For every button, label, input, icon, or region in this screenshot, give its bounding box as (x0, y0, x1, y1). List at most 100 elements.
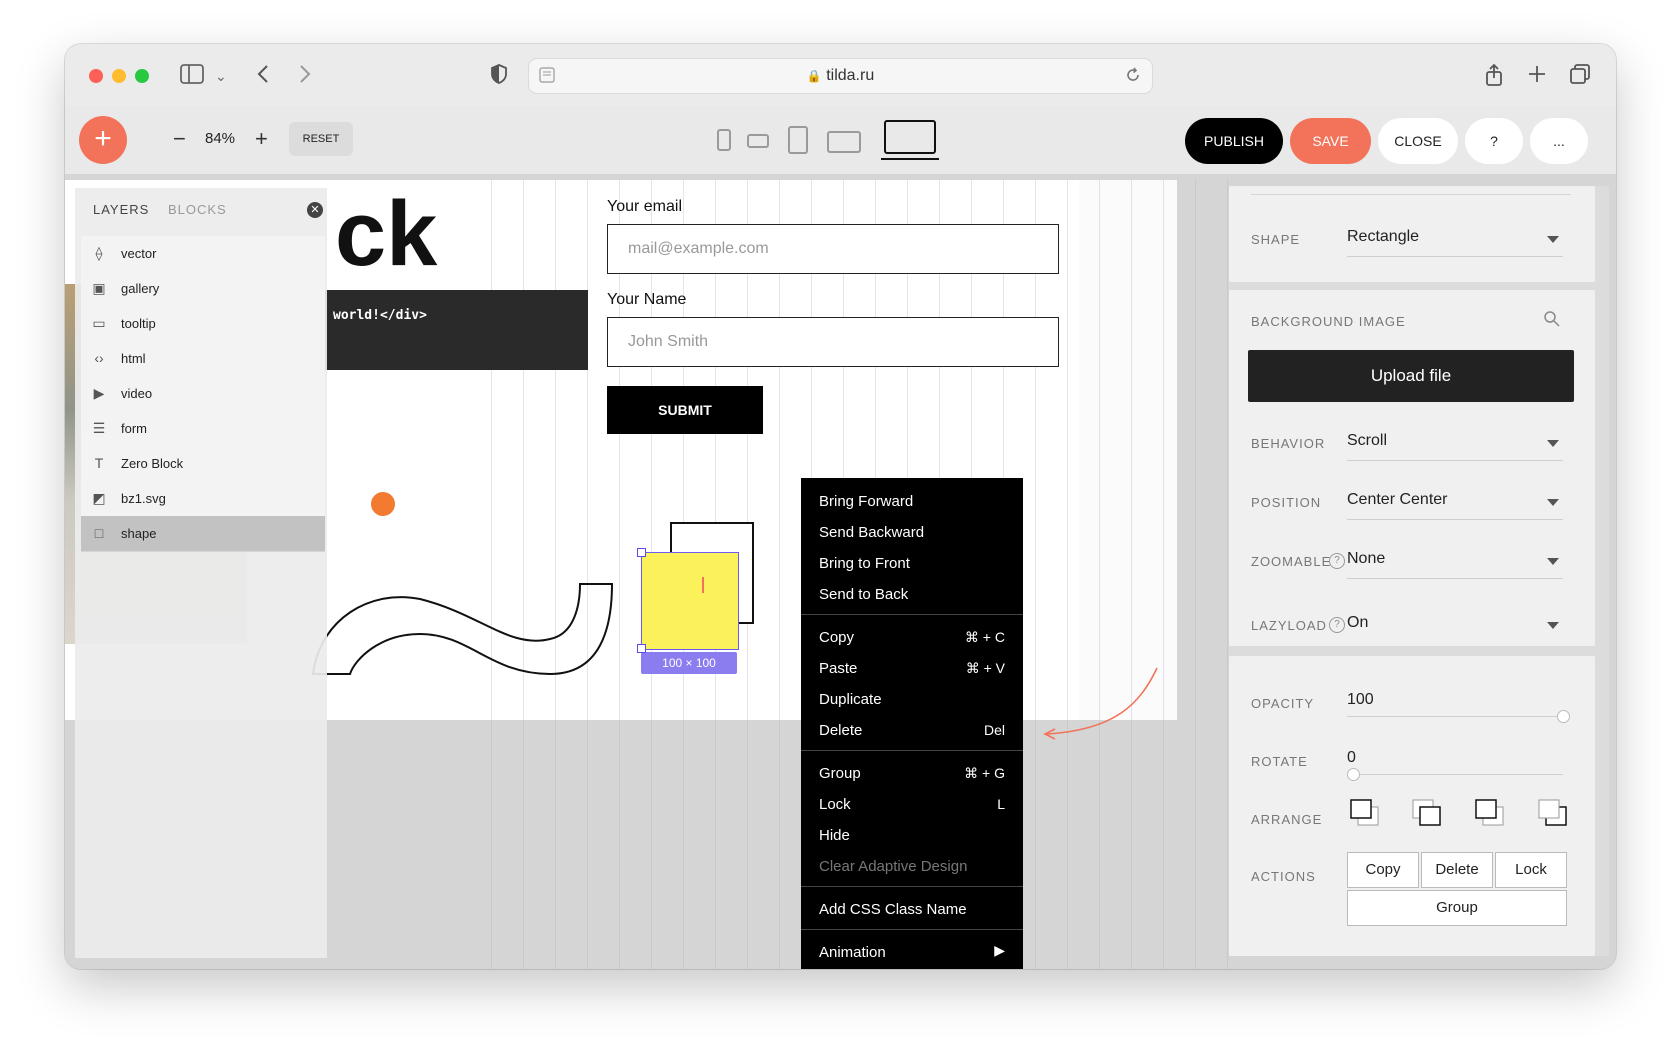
copy-button[interactable]: Copy (1347, 852, 1419, 888)
menu-item[interactable]: Lock L (801, 789, 1023, 820)
desktop-icon[interactable] (884, 120, 936, 154)
code-text: world!</div> (333, 308, 427, 323)
email-label: Your email (607, 198, 683, 215)
search-icon[interactable] (1543, 310, 1561, 333)
rotate-slider-handle[interactable] (1347, 768, 1360, 781)
add-element-button[interactable]: + (79, 116, 127, 164)
more-button[interactable]: ... (1530, 118, 1588, 164)
name-field[interactable]: John Smith (607, 317, 1059, 367)
minimize-window-button[interactable] (112, 69, 126, 83)
opacity-label: OPACITY (1251, 696, 1315, 711)
layer-item[interactable]: ◩ bz1.svg (81, 481, 325, 517)
reset-zoom-button[interactable]: RESET (289, 122, 353, 156)
lock-button[interactable]: Lock (1495, 852, 1567, 888)
menu-item[interactable]: Bring to Front (801, 548, 1023, 579)
close-icon[interactable]: ✕ (307, 202, 323, 218)
heading-text[interactable]: ck (335, 184, 437, 284)
forward-icon[interactable] (298, 63, 312, 91)
menu-item[interactable]: Send to Back (801, 579, 1023, 610)
menu-item[interactable]: Duplicate (801, 684, 1023, 715)
upload-file-button[interactable]: Upload file (1248, 350, 1574, 402)
zoom-in-button[interactable]: + (255, 126, 268, 152)
tablet-portrait-icon[interactable] (788, 126, 808, 154)
publish-button[interactable]: PUBLISH (1185, 118, 1283, 164)
background-image-label: BACKGROUND IMAGE (1251, 314, 1406, 329)
orange-dot-shape[interactable] (371, 492, 395, 516)
group-button[interactable]: Group (1347, 890, 1567, 926)
chevron-down-icon[interactable]: ⌄ (215, 63, 227, 89)
opacity-slider-track[interactable] (1347, 716, 1563, 717)
behavior-label: BEHAVIOR (1251, 436, 1326, 451)
menu-item[interactable]: Paste ⌘ + V (801, 653, 1023, 684)
grid-column-line (1195, 180, 1196, 969)
share-icon[interactable] (1484, 63, 1504, 93)
selected-shape[interactable] (641, 552, 739, 650)
resize-handle[interactable] (637, 548, 646, 557)
chevron-down-icon[interactable] (1547, 440, 1559, 447)
chevron-down-icon[interactable] (1547, 499, 1559, 506)
html-code-block[interactable]: world!</div> (321, 290, 588, 370)
new-tab-icon[interactable] (1527, 63, 1547, 91)
help-icon[interactable]: ? (1329, 617, 1345, 633)
email-field[interactable]: mail@example.com (607, 224, 1059, 274)
menu-item[interactable]: Add CSS Class Name (801, 894, 1023, 925)
send-to-back-icon[interactable] (1537, 798, 1569, 828)
layer-item[interactable]: ▶ video (81, 376, 325, 412)
layer-item[interactable]: ☰ form (81, 411, 325, 447)
bring-forward-icon[interactable] (1411, 798, 1443, 828)
reload-icon[interactable] (1124, 66, 1142, 89)
resize-handle[interactable] (637, 644, 646, 653)
sidebar-toggle-icon[interactable] (180, 63, 204, 91)
shape-select[interactable]: Rectangle (1347, 228, 1419, 246)
menu-item-label: Clear Adaptive Design (819, 858, 968, 875)
zoom-window-button[interactable] (135, 69, 149, 83)
address-bar[interactable]: 🔒 tilda.ru (528, 58, 1153, 94)
menu-item[interactable]: Group ⌘ + G (801, 758, 1023, 789)
layers-panel: LAYERS BLOCKS ✕ ⟠ vector ▣ gallery ▭ tooltip ‹… (75, 188, 327, 958)
layer-item[interactable]: ▣ gallery (81, 271, 325, 307)
layer-item[interactable]: T Zero Block (81, 446, 325, 482)
menu-item[interactable]: Hide (801, 820, 1023, 851)
delete-button[interactable]: Delete (1421, 852, 1493, 888)
zoom-out-button[interactable]: − (173, 126, 186, 152)
opacity-slider-handle[interactable] (1557, 710, 1570, 723)
tab-overview-icon[interactable] (1569, 63, 1591, 91)
menu-item[interactable]: Copy ⌘ + C (801, 622, 1023, 653)
behavior-select[interactable]: Scroll (1347, 432, 1387, 450)
menu-item[interactable]: Animation ▶ (801, 937, 1023, 968)
close-window-button[interactable] (89, 69, 103, 83)
rotate-slider-track[interactable] (1347, 774, 1563, 775)
tablet-landscape-icon[interactable] (827, 131, 861, 153)
browser-window: ⌄ 🔒 tilda.ru + − 84% + RESET PUBLISH SAV… (65, 44, 1616, 969)
back-icon[interactable] (256, 63, 270, 91)
layer-item[interactable]: ⟠ vector (81, 236, 325, 272)
help-icon[interactable]: ? (1329, 553, 1345, 569)
close-button[interactable]: CLOSE (1378, 118, 1458, 164)
menu-item[interactable]: Delete Del (801, 715, 1023, 746)
lazyload-select[interactable]: On (1347, 614, 1368, 632)
zoomable-select[interactable]: None (1347, 550, 1385, 568)
chevron-down-icon[interactable] (1547, 236, 1559, 243)
layer-item[interactable]: ▭ tooltip (81, 306, 325, 342)
mobile-portrait-icon[interactable] (717, 129, 731, 151)
opacity-value[interactable]: 100 (1347, 691, 1374, 709)
position-select[interactable]: Center Center (1347, 491, 1448, 509)
mobile-landscape-icon[interactable] (747, 134, 769, 148)
submit-button[interactable]: SUBMIT (607, 386, 763, 434)
layer-item[interactable]: ‹› html (81, 341, 325, 377)
layer-item[interactable]: □ shape (81, 516, 325, 552)
wave-vector[interactable] (310, 579, 615, 679)
menu-item[interactable]: Send Backward (801, 517, 1023, 548)
code-icon: ‹› (94, 350, 104, 366)
shield-icon[interactable] (490, 63, 508, 91)
save-button[interactable]: SAVE (1290, 118, 1371, 164)
tab-blocks[interactable]: BLOCKS (168, 202, 227, 217)
bring-to-front-icon[interactable] (1349, 798, 1381, 828)
rotate-value[interactable]: 0 (1347, 749, 1356, 767)
menu-item[interactable]: Bring Forward (801, 486, 1023, 517)
send-backward-icon[interactable] (1474, 798, 1506, 828)
chevron-down-icon[interactable] (1547, 622, 1559, 629)
tab-layers[interactable]: LAYERS (93, 202, 149, 217)
chevron-down-icon[interactable] (1547, 558, 1559, 565)
help-button[interactable]: ? (1465, 118, 1523, 164)
